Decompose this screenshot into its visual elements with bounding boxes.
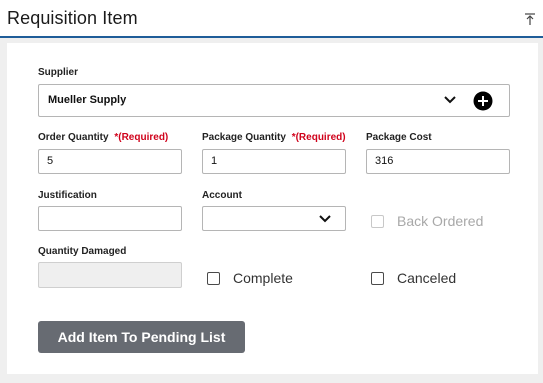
panel-header: Requisition Item	[0, 0, 543, 38]
requisition-item-form: Supplier Mueller Supply Order Quantity *…	[7, 43, 538, 374]
order-quantity-field[interactable]: 5	[38, 149, 182, 174]
justification-label: Justification	[38, 190, 97, 201]
package-cost-field[interactable]: 316	[366, 149, 510, 174]
order-quantity-label: Order Quantity *(Required)	[38, 132, 168, 143]
chevron-down-icon	[319, 215, 331, 223]
complete-checkbox[interactable]	[207, 272, 220, 285]
chevron-down-icon	[444, 96, 456, 104]
package-quantity-label: Package Quantity *(Required)	[202, 132, 346, 143]
back-ordered-checkbox[interactable]	[371, 215, 384, 228]
back-ordered-label: Back Ordered	[397, 213, 484, 229]
package-quantity-label-text: Package Quantity	[202, 132, 286, 143]
quantity-damaged-label: Quantity Damaged	[38, 246, 127, 257]
order-quantity-required: *(Required)	[114, 132, 169, 143]
canceled-checkbox[interactable]	[371, 272, 384, 285]
page-title: Requisition Item	[7, 8, 138, 28]
account-label: Account	[202, 190, 242, 201]
supplier-label: Supplier	[38, 67, 79, 78]
order-quantity-label-text: Order Quantity	[38, 132, 109, 143]
justification-field[interactable]	[38, 206, 182, 231]
package-cost-label: Package Cost	[366, 132, 432, 143]
supplier-select[interactable]: Mueller Supply	[38, 84, 510, 117]
add-item-to-pending-list-button[interactable]: Add Item To Pending List	[38, 321, 245, 353]
add-circle-icon[interactable]	[473, 91, 493, 111]
package-quantity-required: *(Required)	[291, 132, 346, 143]
canceled-label: Canceled	[397, 270, 457, 286]
account-select[interactable]	[202, 206, 346, 231]
supplier-value: Mueller Supply	[48, 94, 127, 106]
quantity-damaged-field[interactable]	[38, 262, 182, 288]
package-quantity-field[interactable]: 1	[202, 149, 346, 174]
complete-label: Complete	[233, 270, 293, 286]
collapse-up-icon[interactable]	[525, 13, 535, 25]
